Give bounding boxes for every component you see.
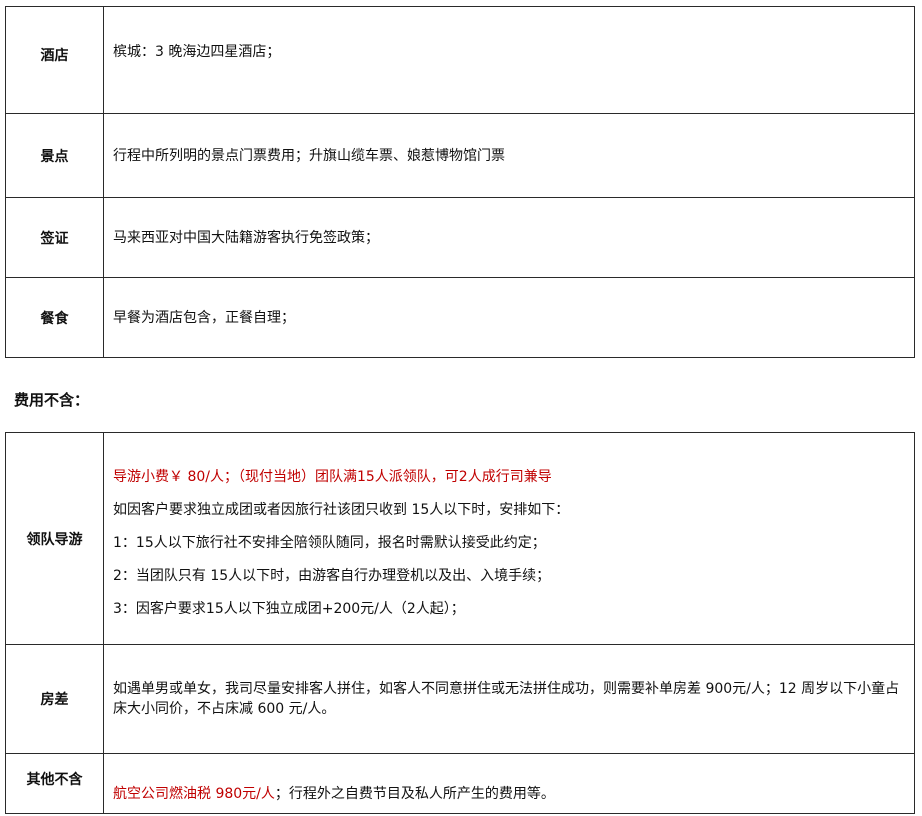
row-content-meals: 早餐为酒店包含，正餐自理； (103, 277, 915, 358)
row-label-meals: 餐食 (5, 277, 104, 358)
table-row: 酒店 槟城：3 晚海边四星酒店； (5, 6, 915, 114)
row-label-visa: 签证 (5, 197, 104, 278)
row-label-guide: 领队导游 (5, 432, 104, 645)
guide-line-3: 2：当团队只有 15人以下时，由游客自行办理登机以及出、入境手续； (113, 568, 551, 584)
row-content-room-difference: 如遇单男或单女，我司尽量安排客人拼住，如客人不同意拼住或无法拼住成功，则需要补单… (103, 644, 915, 754)
guide-line-4: 3：因客户要求15人以下独立成团+200元/人（2人起）； (113, 601, 465, 617)
table-row: 签证 马来西亚对中国大陆籍游客执行免签政策； (5, 197, 915, 278)
row-content-hotel: 槟城：3 晚海边四星酒店； (103, 6, 915, 114)
row-content-visa: 马来西亚对中国大陆籍游客执行免签政策； (103, 197, 915, 278)
table-row: 其他不含 航空公司燃油税 980元/人；行程外之自费节目及私人所产生的费用等。 (5, 753, 915, 814)
included-costs-table: 酒店 槟城：3 晚海边四星酒店； 景点 行程中所列明的景点门票费用；升旗山缆车票… (5, 6, 915, 358)
guide-tip-text: 导游小费￥ 80/人；（现付当地）团队满15人派领队，可2人成行司兼导 (113, 469, 552, 485)
table-row: 餐食 早餐为酒店包含，正餐自理； (5, 277, 915, 358)
guide-line-1: 如因客户要求独立成团或者因旅行社该团只收到 15人以下时，安排如下： (113, 502, 570, 518)
row-content-other: 航空公司燃油税 980元/人；行程外之自费节目及私人所产生的费用等。 (103, 753, 915, 814)
row-label-attractions: 景点 (5, 113, 104, 198)
row-content-attractions: 行程中所列明的景点门票费用；升旗山缆车票、娘惹博物馆门票 (103, 113, 915, 198)
table-row: 景点 行程中所列明的景点门票费用；升旗山缆车票、娘惹博物馆门票 (5, 113, 915, 198)
excluded-costs-table: 领队导游 导游小费￥ 80/人；（现付当地）团队满15人派领队，可2人成行司兼导… (5, 432, 915, 814)
other-exclusions-text: ；行程外之自费节目及私人所产生的费用等。 (274, 786, 555, 802)
table-row: 领队导游 导游小费￥ 80/人；（现付当地）团队满15人派领队，可2人成行司兼导… (5, 432, 915, 645)
row-content-guide: 导游小费￥ 80/人；（现付当地）团队满15人派领队，可2人成行司兼导 如因客户… (103, 432, 915, 645)
fuel-surcharge-text: 航空公司燃油税 980元/人 (113, 786, 275, 802)
row-label-hotel: 酒店 (5, 6, 104, 114)
row-label-other: 其他不含 (5, 753, 104, 814)
row-label-room-difference: 房差 (5, 644, 104, 754)
table-row: 房差 如遇单男或单女，我司尽量安排客人拼住，如客人不同意拼住或无法拼住成功，则需… (5, 644, 915, 754)
section-title-excluded: 费用不含： (14, 391, 90, 409)
guide-line-2: 1：15人以下旅行社不安排全陪领队随同，报名时需默认接受此约定； (113, 535, 546, 551)
